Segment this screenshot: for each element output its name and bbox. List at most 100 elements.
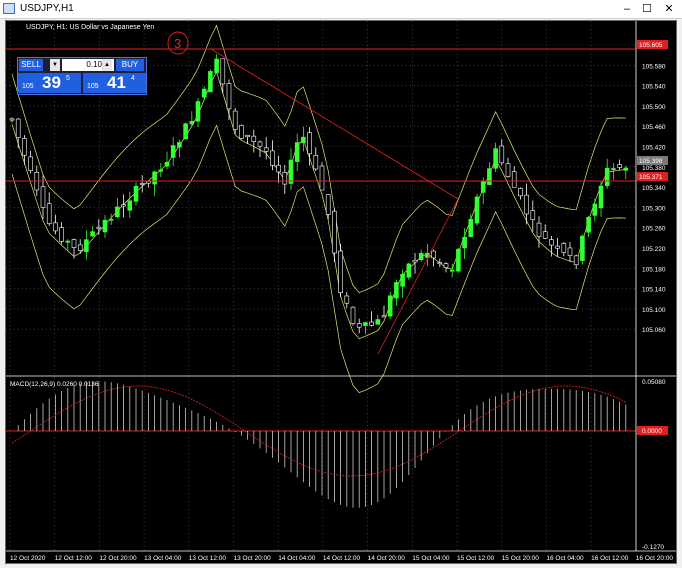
candle-body — [108, 218, 114, 221]
candle-body — [505, 163, 511, 177]
close-button[interactable]: ✕ — [658, 0, 680, 18]
time-tick-label: 14 Oct 12:00 — [323, 555, 361, 562]
time-tick-label: 13 Oct 12:00 — [189, 555, 227, 562]
candle-body — [133, 185, 139, 202]
one-click-trading-panel: SELL ▼ 0.10 ▲ BUY 105 39 5 105 41 4 — [17, 57, 147, 95]
time-tick-label: 16 Oct 12:00 — [591, 555, 629, 562]
candle-body — [499, 145, 505, 164]
candle-body — [115, 206, 120, 218]
sell-price-prefix: 105 — [22, 83, 34, 90]
candle-body — [344, 295, 350, 304]
price-label: 105.605 — [639, 42, 663, 49]
time-tick-label: 15 Oct 20:00 — [502, 555, 540, 562]
price-tick-label: 105.180 — [642, 266, 666, 273]
candle-body — [549, 239, 554, 246]
candle-body — [573, 255, 579, 266]
maximize-button[interactable]: ☐ — [636, 0, 658, 18]
candle-body — [518, 188, 523, 197]
macd-axis-bottom: -0.1270 — [642, 544, 664, 551]
price-label: 105.398 — [639, 158, 663, 165]
volume-down-arrow-icon[interactable]: ▼ — [50, 59, 60, 71]
candle-body — [158, 169, 164, 172]
price-tick-label: 105.340 — [642, 185, 666, 192]
candle-body — [288, 159, 294, 184]
candle-body — [555, 245, 560, 249]
candle-body — [418, 253, 424, 261]
buy-price-sup: 4 — [131, 75, 135, 82]
candle-body — [127, 200, 133, 211]
candle-body — [394, 282, 399, 299]
candle-body — [456, 248, 461, 272]
candle-body — [319, 165, 325, 191]
volume-up-arrow-icon[interactable]: ▲ — [102, 59, 112, 71]
minimize-button[interactable]: – — [616, 0, 638, 18]
price-tick-label: 105.100 — [642, 307, 666, 314]
time-tick-label: 12 Oct 20:00 — [99, 555, 137, 562]
candle-body — [462, 236, 467, 249]
macd-panel: MACD(12,26,9) 0.0260 0.0136 0.05080 0.0000… — [6, 379, 668, 551]
chart-symbol-label: USDJPY, H1: US Dollar vs Japanese Yen — [26, 24, 155, 31]
price-tick-label: 105.580 — [642, 63, 666, 70]
macd-axis-top: 0.05080 — [642, 379, 666, 386]
candle-body — [356, 323, 362, 328]
middle-band — [11, 70, 626, 340]
candle-body — [530, 210, 536, 220]
candle-body — [536, 222, 542, 237]
candle-body — [381, 315, 387, 318]
candle-body — [567, 247, 573, 256]
candle-body — [40, 186, 46, 208]
buy-price[interactable]: 105 41 4 — [83, 73, 146, 93]
buy-price-big: 41 — [107, 73, 126, 92]
lower-band — [11, 124, 626, 394]
candle-body — [604, 167, 610, 187]
candle-body — [201, 88, 207, 98]
candle-body — [406, 263, 412, 278]
chart-area[interactable]: 3 MACD(12,26,9) 0.0260 0.0136 0.05080 0.00… — [5, 20, 677, 564]
candle-body — [251, 135, 257, 142]
candle-body — [294, 142, 300, 162]
sell-price-big: 39 — [42, 73, 61, 92]
candle-body — [375, 319, 381, 325]
candle-body — [139, 183, 145, 185]
sell-price[interactable]: 105 39 5 — [18, 73, 81, 93]
candle-body — [369, 321, 374, 326]
candle-body — [617, 164, 622, 168]
candle-body — [53, 222, 58, 232]
price-tick-label: 105.300 — [642, 205, 666, 212]
buy-price-prefix: 105 — [87, 83, 99, 90]
candle-body — [592, 203, 598, 216]
candle-body — [363, 322, 368, 326]
candle-body — [208, 71, 213, 93]
candle-body — [301, 136, 306, 143]
candle-body — [15, 118, 21, 138]
candle-body — [239, 125, 244, 139]
candle-body — [28, 156, 33, 171]
candle-body — [437, 262, 443, 265]
candle-body — [480, 181, 486, 193]
window-titlebar: USDJPY,H1 – ☐ ✕ — [0, 0, 682, 19]
price-tick-label: 105.380 — [642, 165, 666, 172]
candle-body — [431, 250, 436, 259]
candle-body — [232, 110, 238, 130]
candle-body — [586, 216, 591, 233]
buy-button[interactable]: BUY — [116, 59, 144, 71]
candle-body — [245, 134, 250, 138]
candle-body — [623, 167, 629, 171]
time-tick-label: 13 Oct 04:00 — [144, 555, 182, 562]
candle-body — [257, 141, 263, 147]
price-label: 105.371 — [639, 174, 663, 181]
candle-body — [524, 194, 529, 215]
candle-body — [90, 231, 95, 237]
candle-body — [195, 101, 201, 122]
candle-body — [468, 218, 474, 237]
candle-body — [183, 123, 188, 140]
candle-body — [313, 155, 319, 170]
candle-body — [611, 168, 616, 170]
chart-canvas[interactable]: 3 MACD(12,26,9) 0.0260 0.0136 0.05080 0.00… — [6, 21, 676, 563]
candle-body — [71, 239, 77, 248]
trendline-down — [210, 48, 459, 200]
macd-label: MACD(12,26,9) 0.0260 0.0136 — [10, 381, 99, 388]
candle-body — [493, 148, 498, 169]
sell-button[interactable]: SELL — [19, 59, 43, 71]
candle-body — [412, 259, 418, 263]
